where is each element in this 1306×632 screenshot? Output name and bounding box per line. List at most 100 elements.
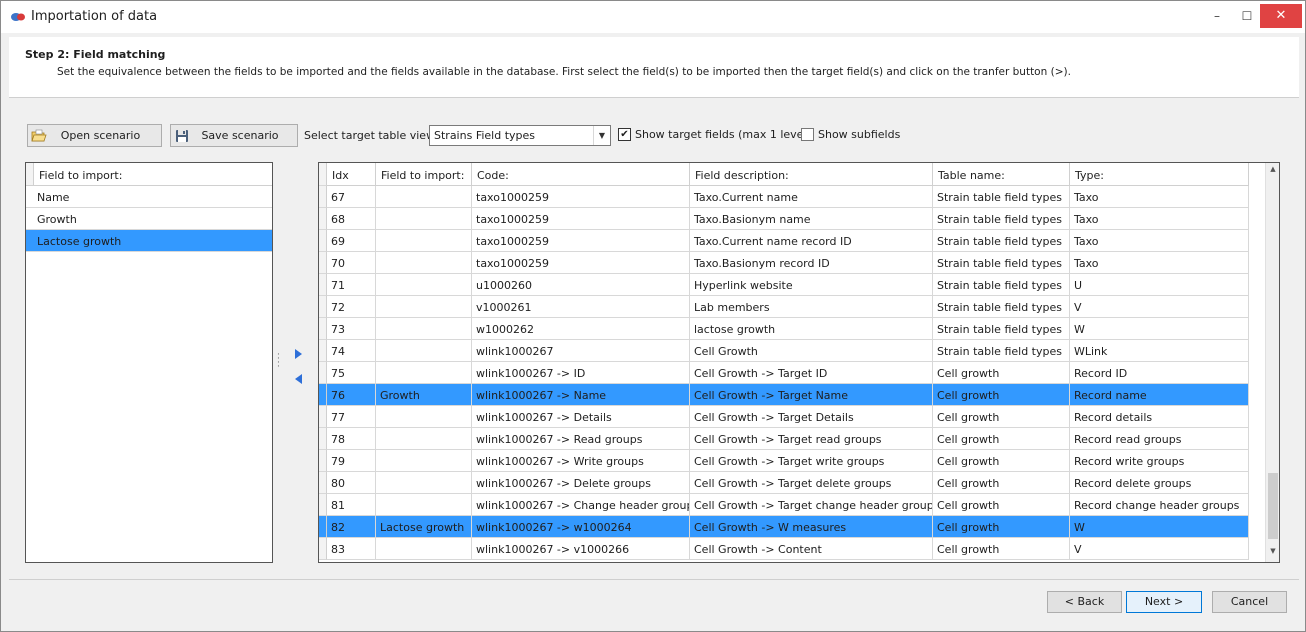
table-cell[interactable]: Taxo.Basionym name — [690, 208, 933, 230]
table-cell[interactable]: taxo1000259 — [472, 230, 690, 252]
table-cell[interactable]: W — [1070, 516, 1249, 538]
table-row[interactable]: 82 Lactose growth wlink1000267 -> w1000264… — [319, 516, 1249, 538]
row-header[interactable] — [319, 516, 327, 538]
table-cell[interactable]: Record name — [1070, 384, 1249, 406]
table-cell[interactable] — [376, 208, 472, 230]
scrollbar-thumb[interactable] — [1268, 473, 1278, 539]
table-cell[interactable] — [376, 450, 472, 472]
splitter-handle[interactable]: · · · · — [277, 351, 280, 372]
table-cell[interactable]: 71 — [327, 274, 376, 296]
table-cell[interactable]: Cell growth — [933, 384, 1070, 406]
table-row[interactable]: 80 wlink1000267 -> Delete groups Cell Grow… — [319, 472, 1249, 494]
table-cell[interactable]: 76 — [327, 384, 376, 406]
arrow-right-icon[interactable] — [295, 349, 302, 359]
table-cell[interactable]: Cell Growth -> W measures — [690, 516, 933, 538]
row-header[interactable] — [319, 428, 327, 450]
table-cell[interactable]: 82 — [327, 516, 376, 538]
table-cell[interactable]: 72 — [327, 296, 376, 318]
scroll-up-icon[interactable]: ▲ — [1266, 165, 1279, 179]
table-cell[interactable]: Lactose growth — [376, 516, 472, 538]
table-cell[interactable]: V — [1070, 296, 1249, 318]
table-row[interactable]: 71 u1000260 Hyperlink website Strain table … — [319, 274, 1249, 296]
table-row[interactable]: 73 w1000262 lactose growth Strain table fie… — [319, 318, 1249, 340]
table-cell[interactable]: Taxo — [1070, 230, 1249, 252]
table-row[interactable]: 75 wlink1000267 -> ID Cell Growth -> Targe… — [319, 362, 1249, 384]
table-cell[interactable]: V — [1070, 538, 1249, 560]
table-cell[interactable] — [376, 472, 472, 494]
table-cell[interactable]: Cell Growth -> Target ID — [690, 362, 933, 384]
table-cell[interactable] — [376, 340, 472, 362]
table-cell[interactable]: wlink1000267 -> Write groups — [472, 450, 690, 472]
table-cell[interactable]: Cell Growth -> Target delete groups — [690, 472, 933, 494]
column-header[interactable]: Table name: — [933, 163, 1070, 186]
show-target-fields-checkbox[interactable]: ✔ Show target fields (max 1 level) — [618, 128, 811, 141]
column-header[interactable]: Idx — [327, 163, 376, 186]
row-header[interactable] — [319, 230, 327, 252]
table-cell[interactable]: 70 — [327, 252, 376, 274]
table-cell[interactable]: Strain table field types — [933, 296, 1070, 318]
target-table-view-select[interactable]: Strains Field types ▼ — [429, 125, 611, 146]
show-subfields-checkbox[interactable]: Show subfields — [801, 128, 900, 141]
table-cell[interactable]: Cell Growth -> Target Name — [690, 384, 933, 406]
table-cell[interactable]: Cell Growth -> Content — [690, 538, 933, 560]
table-cell[interactable]: Taxo.Current name record ID — [690, 230, 933, 252]
row-header[interactable] — [319, 406, 327, 428]
table-cell[interactable] — [376, 230, 472, 252]
row-header[interactable] — [319, 384, 327, 406]
table-cell[interactable]: Taxo.Current name — [690, 186, 933, 208]
table-cell[interactable]: Strain table field types — [933, 186, 1070, 208]
table-cell[interactable]: wlink1000267 -> ID — [472, 362, 690, 384]
table-cell[interactable]: 68 — [327, 208, 376, 230]
list-item[interactable]: Name — [26, 186, 272, 208]
table-cell[interactable]: 83 — [327, 538, 376, 560]
table-cell[interactable]: U — [1070, 274, 1249, 296]
row-header[interactable] — [319, 252, 327, 274]
table-cell[interactable]: Strain table field types — [933, 274, 1070, 296]
table-cell[interactable]: Cell growth — [933, 406, 1070, 428]
table-cell[interactable]: wlink1000267 -> Change header groups — [472, 494, 690, 516]
table-cell[interactable] — [376, 362, 472, 384]
table-cell[interactable]: wlink1000267 -> v1000266 — [472, 538, 690, 560]
cancel-button[interactable]: Cancel — [1212, 591, 1287, 613]
table-cell[interactable]: Taxo.Basionym record ID — [690, 252, 933, 274]
column-header[interactable]: Type: — [1070, 163, 1249, 186]
table-cell[interactable]: 73 — [327, 318, 376, 340]
table-cell[interactable]: Cell growth — [933, 494, 1070, 516]
table-cell[interactable]: Cell growth — [933, 450, 1070, 472]
column-header-field-to-import[interactable]: Field to import: — [39, 169, 122, 182]
table-cell[interactable]: Strain table field types — [933, 230, 1070, 252]
table-cell[interactable]: Strain table field types — [933, 252, 1070, 274]
table-cell[interactable]: taxo1000259 — [472, 186, 690, 208]
scroll-down-icon[interactable]: ▼ — [1266, 547, 1279, 561]
vertical-scrollbar[interactable]: ▲ ▼ — [1265, 163, 1279, 562]
table-cell[interactable]: wlink1000267 -> Details — [472, 406, 690, 428]
table-cell[interactable]: Cell growth — [933, 428, 1070, 450]
table-row[interactable]: 76 Growth wlink1000267 -> Name Cell Growth … — [319, 384, 1249, 406]
row-header[interactable] — [319, 296, 327, 318]
table-cell[interactable]: Cell Growth -> Target read groups — [690, 428, 933, 450]
table-cell[interactable]: Cell growth — [933, 516, 1070, 538]
list-item[interactable]: Lactose growth — [26, 230, 272, 252]
minimize-button[interactable]: – — [1202, 1, 1232, 33]
table-cell[interactable]: Cell growth — [933, 472, 1070, 494]
table-cell[interactable]: Taxo — [1070, 186, 1249, 208]
table-cell[interactable] — [376, 538, 472, 560]
table-cell[interactable]: Strain table field types — [933, 318, 1070, 340]
table-row[interactable]: 83 wlink1000267 -> v1000266 Cell Growth ->… — [319, 538, 1249, 560]
table-cell[interactable] — [376, 318, 472, 340]
table-cell[interactable]: wlink1000267 -> Delete groups — [472, 472, 690, 494]
checkbox-box[interactable] — [801, 128, 814, 141]
close-button[interactable]: ✕ — [1260, 4, 1302, 28]
open-scenario-button[interactable]: Open scenario — [27, 124, 162, 147]
table-cell[interactable]: Record read groups — [1070, 428, 1249, 450]
table-cell[interactable]: wlink1000267 -> w1000264 — [472, 516, 690, 538]
table-cell[interactable]: w1000262 — [472, 318, 690, 340]
next-button[interactable]: Next > — [1126, 591, 1202, 613]
column-header[interactable]: Field to import: — [376, 163, 472, 186]
table-cell[interactable]: Cell Growth -> Target write groups — [690, 450, 933, 472]
column-header[interactable]: Field description: — [690, 163, 933, 186]
table-row[interactable]: 81 wlink1000267 -> Change header groups Ce… — [319, 494, 1249, 516]
table-cell[interactable]: 75 — [327, 362, 376, 384]
table-cell[interactable]: WLink — [1070, 340, 1249, 362]
table-cell[interactable]: 74 — [327, 340, 376, 362]
